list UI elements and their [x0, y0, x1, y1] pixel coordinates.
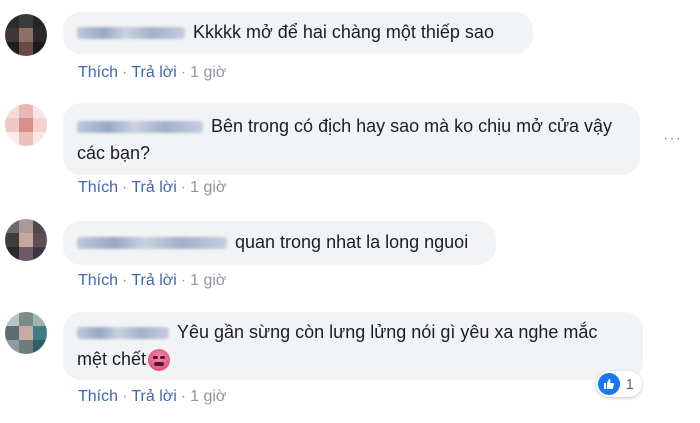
- comment-text: quan trong nhat la long nguoi: [235, 232, 469, 252]
- comment-actions: Thích · Trả lời · 1 giờ: [78, 179, 226, 197]
- reply-link[interactable]: Trả lời: [131, 64, 176, 81]
- comment-bubble: Bên trong có địch hay sao mà ko chịu mở …: [63, 103, 640, 175]
- comment-bubble: Kkkkk mở để hai chàng một thiếp sao: [63, 12, 533, 54]
- more-options-icon[interactable]: ···: [663, 130, 682, 148]
- separator: ·: [180, 388, 187, 405]
- timestamp[interactable]: 1 giờ: [190, 179, 226, 196]
- separator: ·: [122, 388, 128, 405]
- timestamp[interactable]: 1 giờ: [190, 388, 226, 405]
- author-name-blurred[interactable]: [77, 121, 203, 134]
- separator: ·: [180, 272, 187, 289]
- reply-link[interactable]: Trả lời: [131, 272, 176, 289]
- avatar[interactable]: [5, 14, 47, 56]
- reaction-summary[interactable]: 1: [596, 371, 642, 397]
- separator: ·: [180, 64, 187, 81]
- comment-actions: Thích · Trả lời · 1 giờ: [78, 64, 226, 82]
- comment-bubble: quan trong nhat la long nguoi: [63, 221, 496, 265]
- author-name-blurred[interactable]: [77, 27, 185, 40]
- avatar[interactable]: [5, 104, 47, 146]
- author-name-blurred[interactable]: [77, 237, 227, 250]
- comment-text: Kkkkk mở để hai chàng một thiếp sao: [193, 22, 494, 42]
- separator: ·: [180, 179, 187, 196]
- like-link[interactable]: Thích: [78, 388, 118, 405]
- avatar[interactable]: [5, 312, 47, 354]
- reaction-count: 1: [625, 375, 634, 393]
- reply-link[interactable]: Trả lời: [131, 388, 176, 405]
- like-link[interactable]: Thích: [78, 179, 118, 196]
- separator: ·: [122, 272, 128, 289]
- tired-face-emoji: [148, 349, 171, 372]
- comment-bubble: Yêu gần sừng còn lưng lửng nói gì yêu xa…: [63, 312, 643, 380]
- like-icon: [598, 373, 620, 395]
- avatar[interactable]: [5, 219, 47, 261]
- timestamp[interactable]: 1 giờ: [190, 64, 226, 81]
- author-name-blurred[interactable]: [77, 327, 169, 340]
- like-link[interactable]: Thích: [78, 64, 118, 81]
- separator: ·: [122, 64, 128, 81]
- separator: ·: [122, 179, 128, 196]
- timestamp[interactable]: 1 giờ: [190, 272, 226, 289]
- like-link[interactable]: Thích: [78, 272, 118, 289]
- comment-actions: Thích · Trả lời · 1 giờ: [78, 272, 226, 290]
- comment-actions: Thích · Trả lời · 1 giờ: [78, 388, 226, 406]
- reply-link[interactable]: Trả lời: [131, 179, 176, 196]
